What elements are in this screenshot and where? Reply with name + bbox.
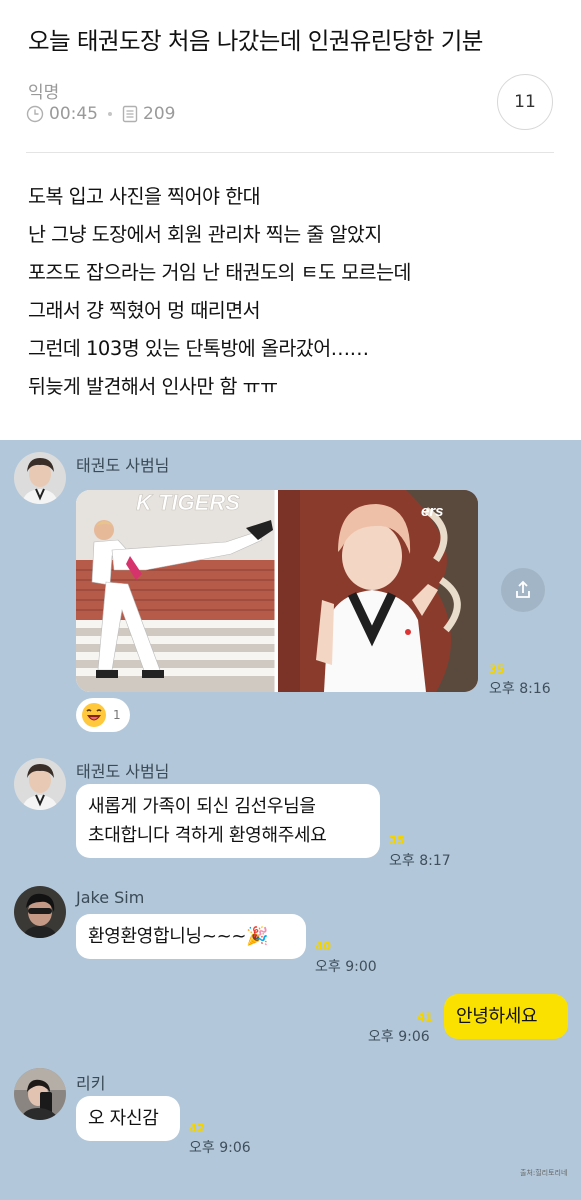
taekwondo-photos[interactable]: K TIGERS ers [76, 490, 478, 692]
avatar-instructor[interactable] [14, 452, 66, 504]
post-body-line: 그런데 103명 있는 단톡방에 올라갔어…… [28, 337, 369, 360]
clock-icon [26, 105, 44, 123]
message-time: 오후 9:00 [315, 959, 377, 975]
message-time: 오후 9:06 [189, 1140, 251, 1156]
message-text-line: 새롭게 가족이 되신 김선우님을 [88, 796, 316, 817]
message-text: 안녕하세요 [456, 1006, 538, 1027]
unread-count: 35 [489, 662, 506, 676]
photo-message[interactable]: K TIGERS ers [76, 490, 478, 692]
chat-screenshot: 태권도 사범님 K TIGERS ers 35 오후 8:16 1 태권도 사범… [0, 440, 581, 1200]
message-text-line: 초대합니다 격하게 환영해주세요 [88, 825, 327, 846]
separator-dot [108, 112, 112, 116]
message-bubble[interactable]: 환영환영합니닝~~~🎉 [76, 914, 306, 959]
post-header: 오늘 태권도장 처음 나갔는데 인권유린당한 기분 익명 00:45 209 1… [0, 0, 581, 440]
party-popper-icon: 🎉 [246, 926, 269, 947]
unread-count: 42 [189, 1121, 206, 1135]
avatar-riki[interactable] [14, 1068, 66, 1120]
laughing-emoji-icon [82, 703, 106, 727]
svg-text:ers: ers [421, 503, 444, 520]
avatar-instructor[interactable] [14, 758, 66, 810]
post-body: 도복 입고 사진을 찍어야 한대 난 그냥 도장에서 회원 관리차 찍는 줄 알… [28, 180, 412, 408]
post-author[interactable]: 익명 [28, 78, 59, 103]
reaction-count: 1 [113, 708, 121, 722]
divider [26, 152, 554, 153]
message-time: 오후 9:06 [368, 1029, 430, 1045]
photo-logo-text: K TIGERS [136, 490, 240, 515]
post-body-line: 뒤늦게 발견해서 인사만 함 ㅠㅠ [28, 375, 278, 398]
message-time: 오후 8:16 [489, 681, 551, 697]
avatar-jake-sim[interactable] [14, 886, 66, 938]
message-time: 오후 8:17 [389, 853, 451, 869]
post-body-line: 포즈도 잡으라는 거임 난 태권도의 ㅌ도 모르는데 [28, 261, 412, 284]
message-text: 오 자신감 [88, 1108, 159, 1129]
post-body-line: 도복 입고 사진을 찍어야 한대 [28, 185, 261, 208]
my-message-bubble[interactable]: 안녕하세요 [444, 994, 568, 1039]
sender-name: 태권도 사범님 [76, 762, 170, 781]
share-icon [516, 580, 530, 598]
message-bubble[interactable]: 오 자신감 [76, 1096, 180, 1141]
unread-count: 35 [389, 833, 406, 847]
unread-count: 40 [315, 939, 332, 953]
post-views: 209 [143, 104, 176, 124]
sender-name: Jake Sim [76, 888, 145, 907]
post-body-line: 그래서 걍 찍혔어 멍 때리면서 [28, 299, 261, 322]
message-bubble[interactable]: 새롭게 가족이 되신 김선우님을 초대합니다 격하게 환영해주세요 [76, 784, 380, 858]
post-title: 오늘 태권도장 처음 나갔는데 인권유린당한 기분 [28, 27, 483, 55]
post-time: 00:45 [49, 104, 98, 124]
unread-count: 41 [417, 1010, 434, 1024]
post-meta: 00:45 209 [26, 104, 175, 124]
comment-count-button[interactable]: 11 [497, 74, 553, 130]
message-text: 환영환영합니닝~~~ [88, 926, 247, 947]
sender-name: 리키 [76, 1074, 106, 1093]
reaction-badge[interactable]: 1 [76, 698, 130, 732]
source-watermark: 출처:힐리토리네 [520, 1169, 568, 1177]
share-button[interactable] [501, 568, 545, 612]
sender-name: 태권도 사범님 [76, 456, 170, 475]
views-icon [122, 105, 138, 123]
post-body-line: 난 그냥 도장에서 회원 관리차 찍는 줄 알았지 [28, 223, 382, 246]
